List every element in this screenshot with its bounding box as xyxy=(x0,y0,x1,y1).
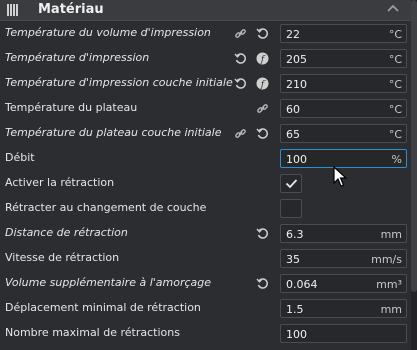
material-icon xyxy=(7,4,18,16)
input-unit: mm/s xyxy=(371,253,402,266)
value-input[interactable]: 0.064 mm³ xyxy=(280,274,407,293)
value-input[interactable]: 6.3 mm xyxy=(280,224,407,243)
link-icon[interactable] xyxy=(256,102,269,115)
checkmark-icon xyxy=(285,179,298,189)
value-input[interactable]: 205 °C xyxy=(280,49,407,68)
setting-row-extra-prime-amount: Volume supplémentaire à l'amorçage 0.064… xyxy=(0,271,411,296)
value-input[interactable]: 100 xyxy=(280,324,407,343)
setting-row-build-volume-temperature: Température du volume d'impression 22 °C xyxy=(0,21,411,46)
setting-row-max-retraction-count: Nombre maximal de rétractions 100 xyxy=(0,321,411,346)
setting-row-retraction-speed: Vitesse de rétraction 35 mm/s xyxy=(0,246,411,271)
link-icon[interactable] xyxy=(234,27,247,40)
setting-label: Température du volume d'impression xyxy=(5,26,211,39)
setting-label: Température d'impression xyxy=(5,51,150,64)
enable-retraction-checkbox[interactable] xyxy=(280,174,302,193)
input-unit: % xyxy=(391,153,402,166)
setting-row-bed-temperature: Température du plateau 60 °C xyxy=(0,96,411,121)
setting-label: Température d'impression couche initiale xyxy=(5,76,233,89)
input-value: 205 xyxy=(286,53,307,66)
reset-icon[interactable] xyxy=(256,127,269,140)
input-value: 6.3 xyxy=(286,228,304,241)
setting-label: Vitesse de rétraction xyxy=(5,251,120,264)
setting-label: Distance de rétraction xyxy=(5,226,128,239)
setting-label: Nombre maximal de rétractions xyxy=(5,326,180,339)
setting-row-print-temperature-initial-layer: Température d'impression couche initiale… xyxy=(0,71,411,96)
input-unit: °C xyxy=(388,103,402,116)
setting-label: Activer la rétraction xyxy=(5,176,115,189)
chevron-up-icon[interactable] xyxy=(387,4,399,14)
value-input[interactable]: 35 mm/s xyxy=(280,249,407,268)
input-value: 22 xyxy=(286,28,300,41)
input-unit: °C xyxy=(388,128,402,141)
setting-label: Température du plateau couche initiale xyxy=(5,126,222,139)
value-input[interactable]: 65 °C xyxy=(280,124,407,143)
input-value: 0.064 xyxy=(286,278,318,291)
setting-row-retract-at-layer-change: Rétracter au changement de couche xyxy=(0,196,411,221)
value-input[interactable]: 60 °C xyxy=(280,99,407,118)
input-value: 60 xyxy=(286,103,300,116)
input-unit: °C xyxy=(388,53,402,66)
reset-icon[interactable] xyxy=(256,277,269,290)
category-header-material[interactable]: Matériau xyxy=(0,0,411,21)
function-icon[interactable]: f xyxy=(256,52,269,65)
setting-label: Rétracter au changement de couche xyxy=(5,201,207,214)
link-icon[interactable] xyxy=(234,127,247,140)
input-value: 65 xyxy=(286,128,300,141)
input-value: 210 xyxy=(286,78,307,91)
setting-row-retraction-distance: Distance de rétraction 6.3 mm xyxy=(0,221,411,246)
setting-row-bed-temperature-initial-layer: Température du plateau couche initiale 6… xyxy=(0,121,411,146)
setting-row-enable-retraction: Activer la rétraction xyxy=(0,171,411,196)
scrollbar-thumb[interactable] xyxy=(411,0,417,292)
input-unit: mm xyxy=(380,228,402,241)
retract-at-layer-change-checkbox[interactable] xyxy=(280,199,302,218)
value-input[interactable]: 1.5 mm xyxy=(280,299,407,318)
value-input[interactable]: 22 °C xyxy=(280,24,407,43)
setting-row-flow: Débit 100 % xyxy=(0,146,411,171)
setting-row-print-temperature: Température d'impression f 205 °C xyxy=(0,46,411,71)
input-value: 100 xyxy=(286,328,307,341)
mouse-cursor-icon xyxy=(333,166,348,187)
input-unit: mm³ xyxy=(376,278,402,291)
reset-icon[interactable] xyxy=(256,27,269,40)
input-unit: mm xyxy=(380,303,402,316)
setting-row-min-travel: Déplacement minimal de rétraction 1.5 mm xyxy=(0,296,411,321)
function-icon[interactable]: f xyxy=(256,77,269,90)
setting-label: Volume supplémentaire à l'amorçage xyxy=(5,276,212,289)
input-value: 1.5 xyxy=(286,303,304,316)
input-unit: °C xyxy=(388,78,402,91)
reset-icon[interactable] xyxy=(256,227,269,240)
setting-label: Débit xyxy=(5,151,35,164)
setting-label: Température du plateau xyxy=(5,101,138,114)
reset-icon[interactable] xyxy=(234,77,247,90)
input-value: 100 xyxy=(286,153,307,166)
reset-icon[interactable] xyxy=(234,52,247,65)
setting-label: Déplacement minimal de rétraction xyxy=(5,301,201,314)
category-title: Matériau xyxy=(38,2,104,17)
value-input[interactable]: 210 °C xyxy=(280,74,407,93)
input-value: 35 xyxy=(286,253,300,266)
input-unit: °C xyxy=(388,28,402,41)
